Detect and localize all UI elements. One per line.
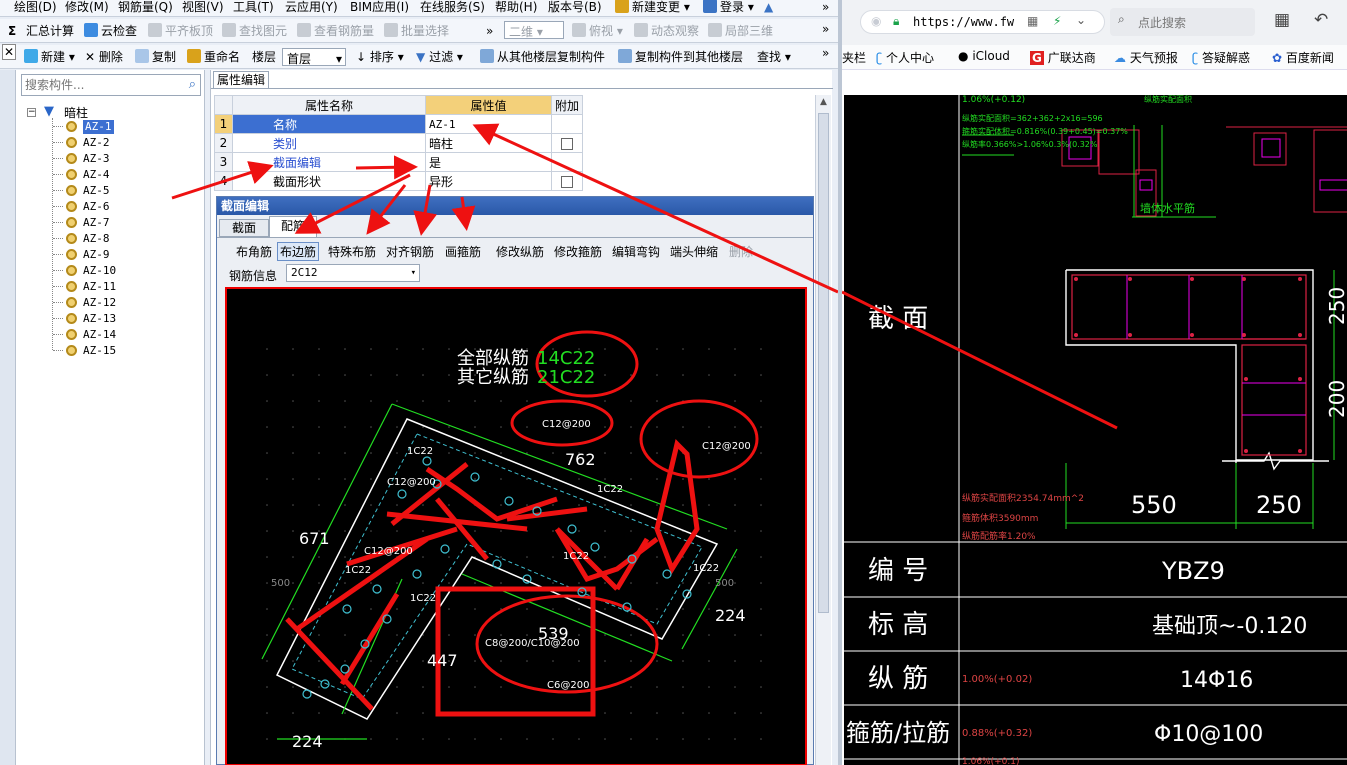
annotation-arrow-right <box>842 290 1118 430</box>
browser-window: ◉ 🔒︎ https://www.fw ▦ ⚡ ⌄ ⌕ 点此搜索 ▦ ↶ 夹栏 … <box>838 0 1347 765</box>
gld-app-window: 绘图(D) 修改(M) 钢筋量(Q) 视图(V) 工具(T) 云应用(Y) BI… <box>0 0 838 765</box>
annotation-arrows <box>171 123 838 294</box>
